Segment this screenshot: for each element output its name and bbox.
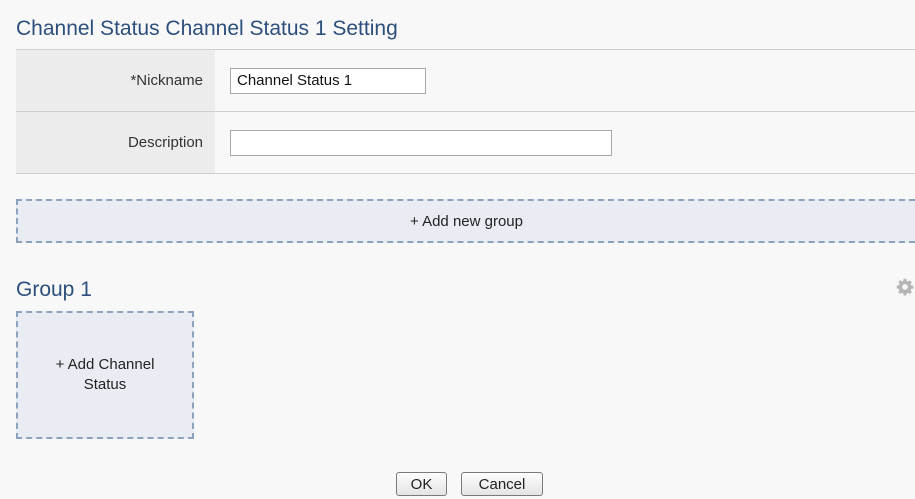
description-row: Description <box>16 112 915 174</box>
description-cell <box>215 112 915 173</box>
page: Channel Status Channel Status 1 Setting … <box>0 0 915 499</box>
description-input[interactable] <box>230 129 612 156</box>
description-label: Description <box>16 112 215 173</box>
add-new-group-button[interactable]: + Add new group <box>16 199 915 243</box>
ok-button[interactable]: OK <box>396 472 447 496</box>
nickname-label: *Nickname <box>16 50 215 111</box>
add-new-group-label: + Add new group <box>409 212 523 230</box>
cancel-button[interactable]: Cancel <box>461 472 543 496</box>
nickname-cell <box>215 50 915 111</box>
nickname-input[interactable] <box>230 67 426 94</box>
gear-icon[interactable] <box>896 278 914 296</box>
add-channel-status-button[interactable]: + Add Channel Status <box>16 311 194 439</box>
page-title: Channel Status Channel Status 1 Setting <box>16 17 398 40</box>
nickname-row: *Nickname <box>16 50 915 112</box>
settings-form: *Nickname Description <box>16 50 915 174</box>
add-channel-status-label: + Add Channel Status <box>55 356 155 393</box>
group-title: Group 1 <box>16 278 92 301</box>
